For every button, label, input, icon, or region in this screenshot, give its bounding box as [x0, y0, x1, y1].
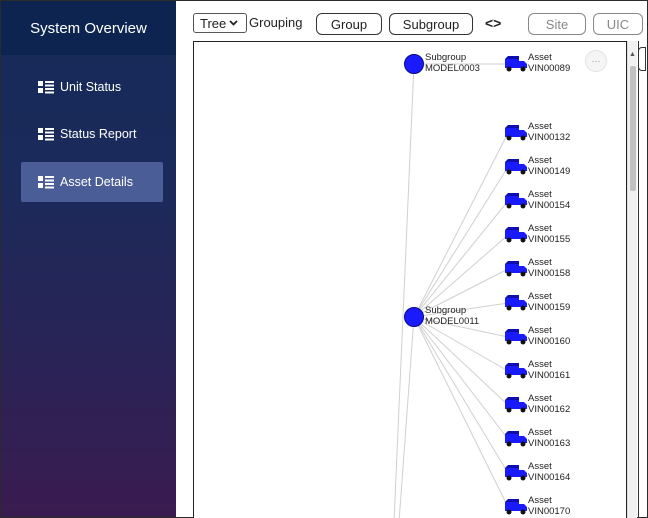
asset-type: Asset: [528, 461, 552, 472]
sidebar-item-label: Unit Status: [60, 80, 122, 94]
asset-label: Asset VIN00155: [528, 223, 570, 245]
asset-type: Asset: [528, 291, 552, 302]
asset-vin: VIN00170: [528, 506, 571, 517]
asset-label: Asset VIN00149: [528, 155, 570, 177]
sidebar: System Overview Unit Status Status Repor…: [1, 1, 176, 517]
truck-icon[interactable]: [505, 431, 527, 447]
truck-icon[interactable]: [505, 125, 527, 141]
list-icon: [38, 175, 54, 189]
truck-icon[interactable]: [505, 363, 527, 379]
asset-type: Asset: [528, 121, 552, 132]
toolbar: Tree Grouping Group Subgroup <> Site UIC: [176, 1, 646, 41]
asset-label: Asset VIN00163: [528, 427, 570, 449]
swap-icon[interactable]: <>: [485, 15, 501, 31]
subgroup-label: Subgroup MODEL0003: [425, 52, 480, 74]
sidebar-title: System Overview: [1, 1, 176, 55]
right-panel-edge: [638, 41, 646, 517]
asset-vin: VIN00163: [528, 438, 571, 449]
tree-link: [413, 132, 509, 318]
truck-icon[interactable]: [505, 329, 527, 345]
asset-label: Asset VIN00162: [528, 393, 570, 415]
asset-vin: VIN00164: [528, 472, 571, 483]
asset-vin: VIN00160: [528, 336, 571, 347]
tree-link: [413, 200, 509, 318]
asset-type: Asset: [528, 189, 552, 200]
tree-link: [413, 316, 509, 406]
subgroup-type: Subgroup: [425, 305, 467, 316]
right-panel-tab[interactable]: [638, 47, 646, 71]
subgroup-node[interactable]: [404, 54, 424, 74]
sidebar-item-asset-details[interactable]: Asset Details: [21, 162, 163, 202]
asset-type: Asset: [528, 427, 552, 438]
scroll-up-icon[interactable]: ▲: [629, 51, 636, 58]
asset-vin: VIN00161: [528, 370, 571, 381]
truck-icon[interactable]: [505, 56, 527, 72]
asset-type: Asset: [528, 257, 552, 268]
more-options-button[interactable]: ···: [585, 50, 607, 72]
asset-vin: VIN00158: [528, 268, 571, 279]
subgroup-name: MODEL0003: [425, 63, 480, 74]
truck-icon[interactable]: [505, 397, 527, 413]
asset-type: Asset: [528, 223, 552, 234]
vertical-scrollbar[interactable]: ▲: [627, 41, 637, 518]
asset-label: Asset VIN00132: [528, 121, 570, 143]
asset-vin: VIN00155: [528, 234, 571, 245]
asset-vin: VIN00159: [528, 302, 571, 313]
subgroup-node[interactable]: [404, 307, 424, 327]
list-icon: [38, 127, 54, 141]
asset-vin: VIN00154: [528, 200, 571, 211]
asset-label: Asset VIN00170: [528, 495, 570, 517]
asset-label: Asset VIN00158: [528, 257, 570, 279]
asset-vin: VIN00132: [528, 132, 571, 143]
sidebar-item-label: Asset Details: [60, 175, 133, 189]
scroll-thumb[interactable]: [630, 66, 636, 191]
asset-type: Asset: [528, 325, 552, 336]
view-select[interactable]: Tree: [193, 13, 247, 33]
asset-label: Asset VIN00160: [528, 325, 570, 347]
truck-icon[interactable]: [505, 295, 527, 311]
group-button[interactable]: Group: [316, 13, 382, 35]
asset-type: Asset: [528, 155, 552, 166]
truck-icon[interactable]: [505, 193, 527, 209]
sidebar-item-label: Status Report: [60, 127, 137, 141]
sidebar-item-status-report[interactable]: Status Report: [21, 114, 163, 154]
asset-label: Asset VIN00164: [528, 461, 570, 483]
sidebar-item-unit-status[interactable]: Unit Status: [21, 67, 163, 107]
grouping-label: Grouping: [249, 15, 303, 30]
asset-type: Asset: [528, 359, 552, 370]
truck-icon[interactable]: [505, 261, 527, 277]
tree-link: [413, 316, 509, 508]
tree-link: [413, 316, 509, 440]
truck-icon[interactable]: [505, 159, 527, 175]
tree-view[interactable]: Subgroup MODEL0003 Subgroup MODEL0011 Asset V…: [193, 41, 627, 518]
asset-label: Asset VIN00089: [528, 52, 570, 74]
subgroup-button[interactable]: Subgroup: [389, 13, 473, 35]
asset-vin: VIN00149: [528, 166, 571, 177]
asset-type: Asset: [528, 52, 552, 63]
view-select-value: Tree: [200, 15, 227, 31]
subgroup-label: Subgroup MODEL0011: [425, 305, 479, 327]
site-button[interactable]: Site: [528, 13, 586, 35]
asset-label: Asset VIN00154: [528, 189, 570, 211]
truck-icon[interactable]: [505, 499, 527, 515]
chevron-down-icon: [229, 18, 238, 29]
truck-icon[interactable]: [505, 465, 527, 481]
subgroup-name: MODEL0011: [425, 316, 480, 327]
asset-vin: VIN00089: [528, 63, 571, 74]
asset-type: Asset: [528, 393, 552, 404]
asset-vin: VIN00162: [528, 404, 571, 415]
asset-label: Asset VIN00159: [528, 291, 570, 313]
uic-button[interactable]: UIC: [593, 13, 643, 35]
subgroup-type: Subgroup: [425, 52, 467, 63]
truck-icon[interactable]: [505, 227, 527, 243]
asset-label: Asset VIN00161: [528, 359, 570, 381]
tree-link: [413, 316, 509, 474]
list-icon: [38, 80, 54, 94]
asset-type: Asset: [528, 495, 552, 506]
tree-link: [413, 166, 509, 318]
